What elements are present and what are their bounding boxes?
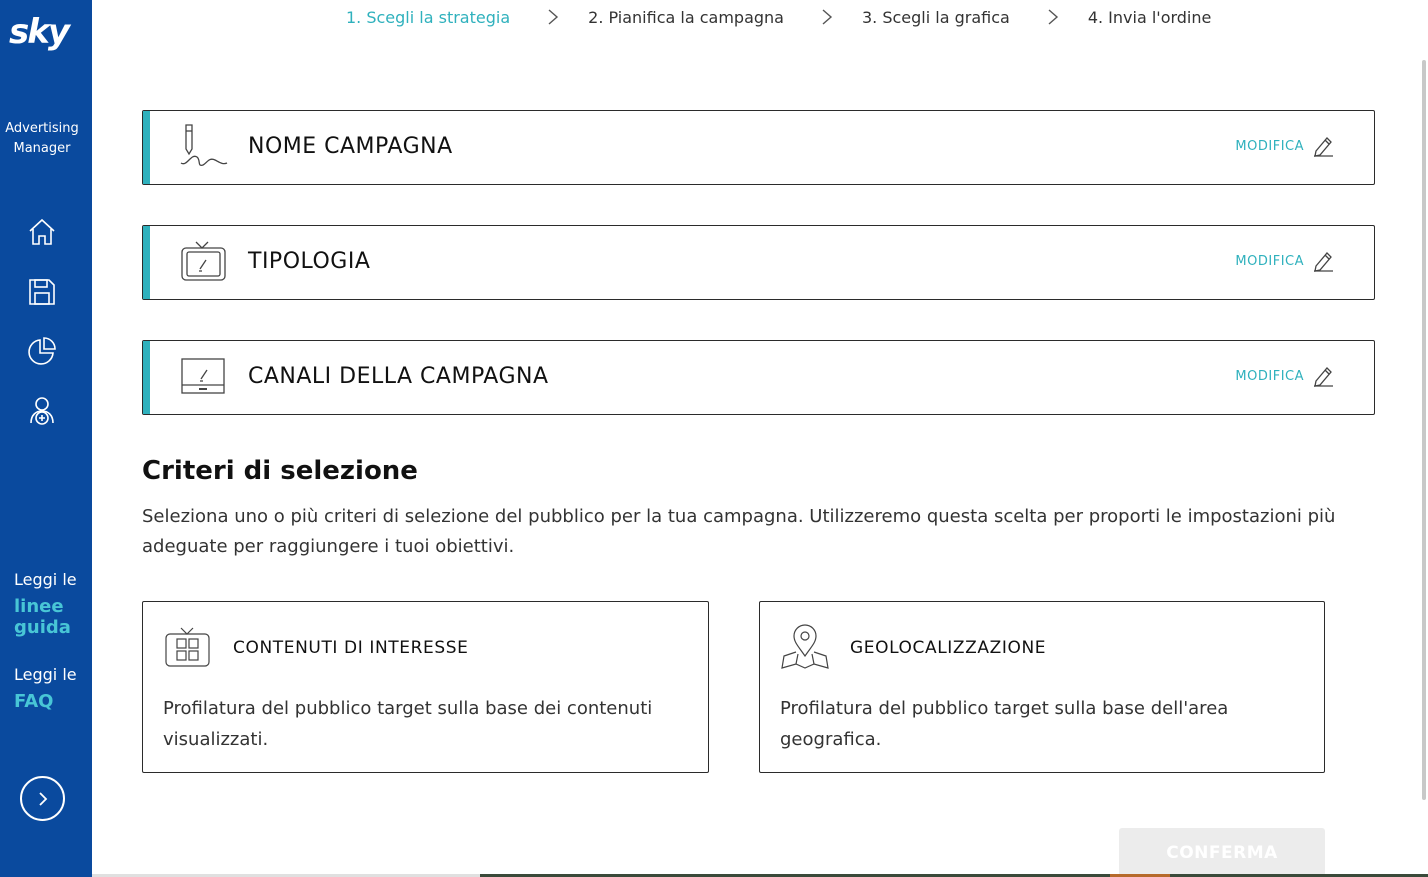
option-title: CONTENUTI DI INTERESSE [233, 638, 469, 658]
edit-typology-button[interactable]: MODIFICA [1235, 250, 1334, 272]
chevron-right-icon [816, 6, 838, 28]
option-content-interest[interactable]: CONTENUTI DI INTERESSE Profilatura del p… [142, 601, 709, 773]
edit-channels-button[interactable]: MODIFICA [1235, 365, 1334, 387]
screen-channel-icon [179, 353, 229, 401]
app-name: Advertising Manager [0, 119, 84, 159]
guidelines-prefix: Leggi le [14, 570, 77, 589]
map-pin-icon [780, 624, 830, 670]
card-accent-bar [143, 226, 150, 299]
channels-card[interactable]: CANALI DELLA CAMPAGNA MODIFICA [142, 340, 1375, 415]
step-plan-campaign[interactable]: 2. Pianifica la campagna [588, 8, 784, 27]
expand-sidebar-button[interactable] [20, 776, 65, 821]
pencil-icon [1314, 367, 1333, 387]
chevron-right-icon [38, 791, 47, 806]
option-geolocation[interactable]: GEOLOCALIZZAZIONE Profilatura del pubbli… [759, 601, 1325, 773]
typology-card[interactable]: TIPOLOGIA MODIFICA [142, 225, 1375, 300]
card-title: NOME CAMPAGNA [248, 134, 453, 159]
edit-label: MODIFICA [1235, 138, 1304, 154]
chevron-right-icon [1042, 6, 1064, 28]
user-add-icon[interactable] [26, 395, 58, 427]
sidebar: sky Advertising Manager Leggi le linee g… [0, 0, 92, 877]
faq-link[interactable]: Leggi le FAQ [14, 665, 77, 712]
campaign-name-card[interactable]: NOME CAMPAGNA MODIFICA [142, 110, 1375, 185]
guidelines-link[interactable]: Leggi le linee guida [14, 570, 77, 638]
pencil-icon [1314, 137, 1333, 157]
app-name-line1: Advertising [5, 121, 79, 136]
tv-grid-icon [163, 624, 213, 670]
home-icon[interactable] [26, 216, 58, 248]
criteria-description: Seleziona uno o più criteri di selezione… [142, 506, 1336, 557]
edit-label: MODIFICA [1235, 253, 1304, 269]
card-title: CANALI DELLA CAMPAGNA [248, 364, 549, 389]
pencil-icon [1314, 252, 1333, 272]
guidelines-link-line2[interactable]: guida [14, 617, 77, 638]
card-title: TIPOLOGIA [248, 249, 371, 274]
option-description: Profilatura del pubblico target sulla ba… [780, 698, 1229, 750]
sky-logo[interactable]: sky [9, 12, 70, 52]
save-icon[interactable] [26, 276, 58, 308]
card-accent-bar [143, 111, 150, 184]
signature-pen-icon [179, 123, 229, 171]
option-description: Profilatura del pubblico target sulla ba… [163, 698, 653, 750]
step-send-order[interactable]: 4. Invia l'ordine [1088, 8, 1212, 27]
guidelines-link-line1[interactable]: linee [14, 596, 77, 617]
criteria-title: Criteri di selezione [142, 456, 418, 486]
option-title: GEOLOCALIZZAZIONE [850, 638, 1047, 658]
tv-icon [179, 238, 229, 286]
step-choose-graphics[interactable]: 3. Scegli la grafica [862, 8, 1010, 27]
faq-link-label[interactable]: FAQ [14, 691, 77, 712]
edit-campaign-name-button[interactable]: MODIFICA [1235, 135, 1334, 157]
chevron-right-icon [542, 6, 564, 28]
step-strategy[interactable]: 1. Scegli la strategia [346, 8, 510, 27]
card-accent-bar [143, 341, 150, 414]
faq-prefix: Leggi le [14, 665, 77, 684]
vertical-scrollbar[interactable] [1418, 0, 1428, 877]
wizard-stepper: 1. Scegli la strategia 2. Pianifica la c… [346, 6, 1211, 28]
app-name-line2: Manager [13, 141, 71, 156]
scrollbar-thumb[interactable] [1422, 60, 1426, 800]
pie-chart-icon[interactable] [26, 335, 58, 367]
confirm-button[interactable]: CONFERMA [1119, 828, 1325, 877]
edit-label: MODIFICA [1235, 368, 1304, 384]
